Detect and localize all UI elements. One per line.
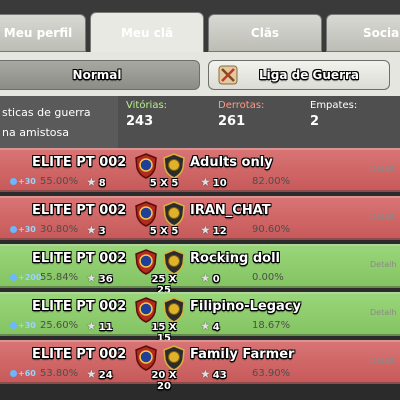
wins-value: 243 <box>126 114 154 129</box>
opponent-name: IRAN_CHAT <box>190 203 271 218</box>
star-icon: ★ <box>86 367 97 381</box>
war-log-row[interactable]: +30 ELITE PT 002 30.80% ★ 3 5 X 5 IRAN_CH… <box>0 196 400 240</box>
clan-badge-icon <box>135 201 157 227</box>
clan-name: ELITE PT 002 <box>32 347 127 362</box>
details-button[interactable]: Detalh <box>370 164 396 173</box>
tab-clans[interactable]: Clãs <box>208 14 322 52</box>
opponent-badge-icon <box>163 249 185 275</box>
clan-xp-badge: +200 <box>10 273 41 282</box>
star-icon: ★ <box>200 175 211 189</box>
clan-name: ELITE PT 002 <box>32 155 127 170</box>
details-button[interactable]: Detalh <box>370 260 396 269</box>
clan-destruction-percent: 53.80% <box>40 368 79 379</box>
clan-stars: ★ 3 <box>86 223 106 237</box>
clan-destruction-percent: 25.60% <box>40 320 79 331</box>
war-stats-title: sticas de guerra na amistosa <box>0 96 118 148</box>
star-icon: ★ <box>86 319 97 333</box>
war-stats-header: sticas de guerra na amistosa Vitórias: 2… <box>0 96 400 148</box>
opponent-destruction-percent: 18.67% <box>252 320 291 331</box>
tab-social[interactable]: Socia <box>326 14 400 52</box>
clan-stars: ★ 36 <box>86 271 113 285</box>
opponent-stars: ★ 4 <box>200 319 220 333</box>
draws-value: 2 <box>310 114 320 129</box>
war-log-row[interactable]: +200 ELITE PT 002 55.84% ★ 36 25 X 25 Roc… <box>0 244 400 296</box>
war-log-row[interactable]: +30 ELITE PT 002 25.60% ★ 11 15 X 15 Fili… <box>0 292 400 344</box>
star-icon: ★ <box>200 319 211 333</box>
war-type-bar: Normal Liga de Guerra <box>0 52 400 96</box>
war-size: 5 X 5 <box>149 178 179 189</box>
subtab-war-league[interactable]: Liga de Guerra <box>208 60 390 90</box>
stats-title-line2: na amistosa <box>2 126 69 139</box>
clan-stars: ★ 8 <box>86 175 106 189</box>
star-icon: ★ <box>200 271 211 285</box>
war-log-row[interactable]: +60 ELITE PT 002 53.80% ★ 24 20 X 20 Fami… <box>0 340 400 392</box>
opponent-name: Adults only <box>190 155 273 170</box>
clan-name: ELITE PT 002 <box>32 251 127 266</box>
opponent-destruction-percent: 63.90% <box>252 368 291 379</box>
clan-xp-badge: +60 <box>10 369 36 378</box>
tab-my-clan[interactable]: Meu clã <box>90 12 204 54</box>
clan-destruction-percent: 55.84% <box>40 272 79 283</box>
wins-label: Vitórias: <box>126 100 168 111</box>
star-icon: ★ <box>86 223 97 237</box>
clan-stars: ★ 11 <box>86 319 113 333</box>
opponent-stars: ★ 43 <box>200 367 227 381</box>
war-size: 5 X 5 <box>149 226 179 237</box>
losses-label: Derrotas: <box>218 100 265 111</box>
top-tab-bar: Meu perfil Meu clã Clãs Socia <box>0 0 400 54</box>
opponent-stars: ★ 12 <box>200 223 227 237</box>
clan-xp-badge: +30 <box>10 321 36 330</box>
stats-title-line1: sticas de guerra <box>2 106 91 119</box>
clan-xp-badge: +30 <box>10 177 36 186</box>
star-icon: ★ <box>86 271 97 285</box>
draws-label: Empates: <box>310 100 358 111</box>
tab-my-profile[interactable]: Meu perfil <box>0 14 86 52</box>
details-button[interactable]: Detalh <box>370 356 396 365</box>
clan-destruction-percent: 55.00% <box>40 176 79 187</box>
war-log-row[interactable]: +30 ELITE PT 002 55.00% ★ 8 5 X 5 Adults … <box>0 148 400 192</box>
details-button[interactable]: Detalh <box>370 308 396 317</box>
clan-badge-icon <box>135 345 157 371</box>
clan-xp-badge: +30 <box>10 225 36 234</box>
opponent-badge-icon <box>163 345 185 371</box>
opponent-name: Family Farmer <box>190 347 295 362</box>
opponent-name: Filipino-Legacy <box>190 299 301 314</box>
clan-name: ELITE PT 002 <box>32 299 127 314</box>
crossed-swords-icon <box>218 65 238 85</box>
opponent-stars: ★ 10 <box>200 175 227 189</box>
clan-badge-icon <box>135 297 157 323</box>
star-icon: ★ <box>86 175 97 189</box>
losses-value: 261 <box>218 114 246 129</box>
clan-name: ELITE PT 002 <box>32 203 127 218</box>
opponent-name: Rocking doll <box>190 251 280 266</box>
details-button[interactable]: Detalh <box>370 212 396 221</box>
opponent-destruction-percent: 90.60% <box>252 224 291 235</box>
star-icon: ★ <box>200 367 211 381</box>
opponent-destruction-percent: 0.00% <box>252 272 284 283</box>
opponent-stars: ★ 0 <box>200 271 220 285</box>
star-icon: ★ <box>200 223 211 237</box>
opponent-badge-icon <box>163 201 185 227</box>
opponent-badge-icon <box>163 297 185 323</box>
opponent-destruction-percent: 82.00% <box>252 176 291 187</box>
war-size: 20 X 20 <box>151 370 177 392</box>
clan-stars: ★ 24 <box>86 367 113 381</box>
subtab-normal[interactable]: Normal <box>0 60 200 90</box>
clan-badge-icon <box>135 249 157 275</box>
clan-badge-icon <box>135 153 157 179</box>
opponent-badge-icon <box>163 153 185 179</box>
clan-destruction-percent: 30.80% <box>40 224 79 235</box>
